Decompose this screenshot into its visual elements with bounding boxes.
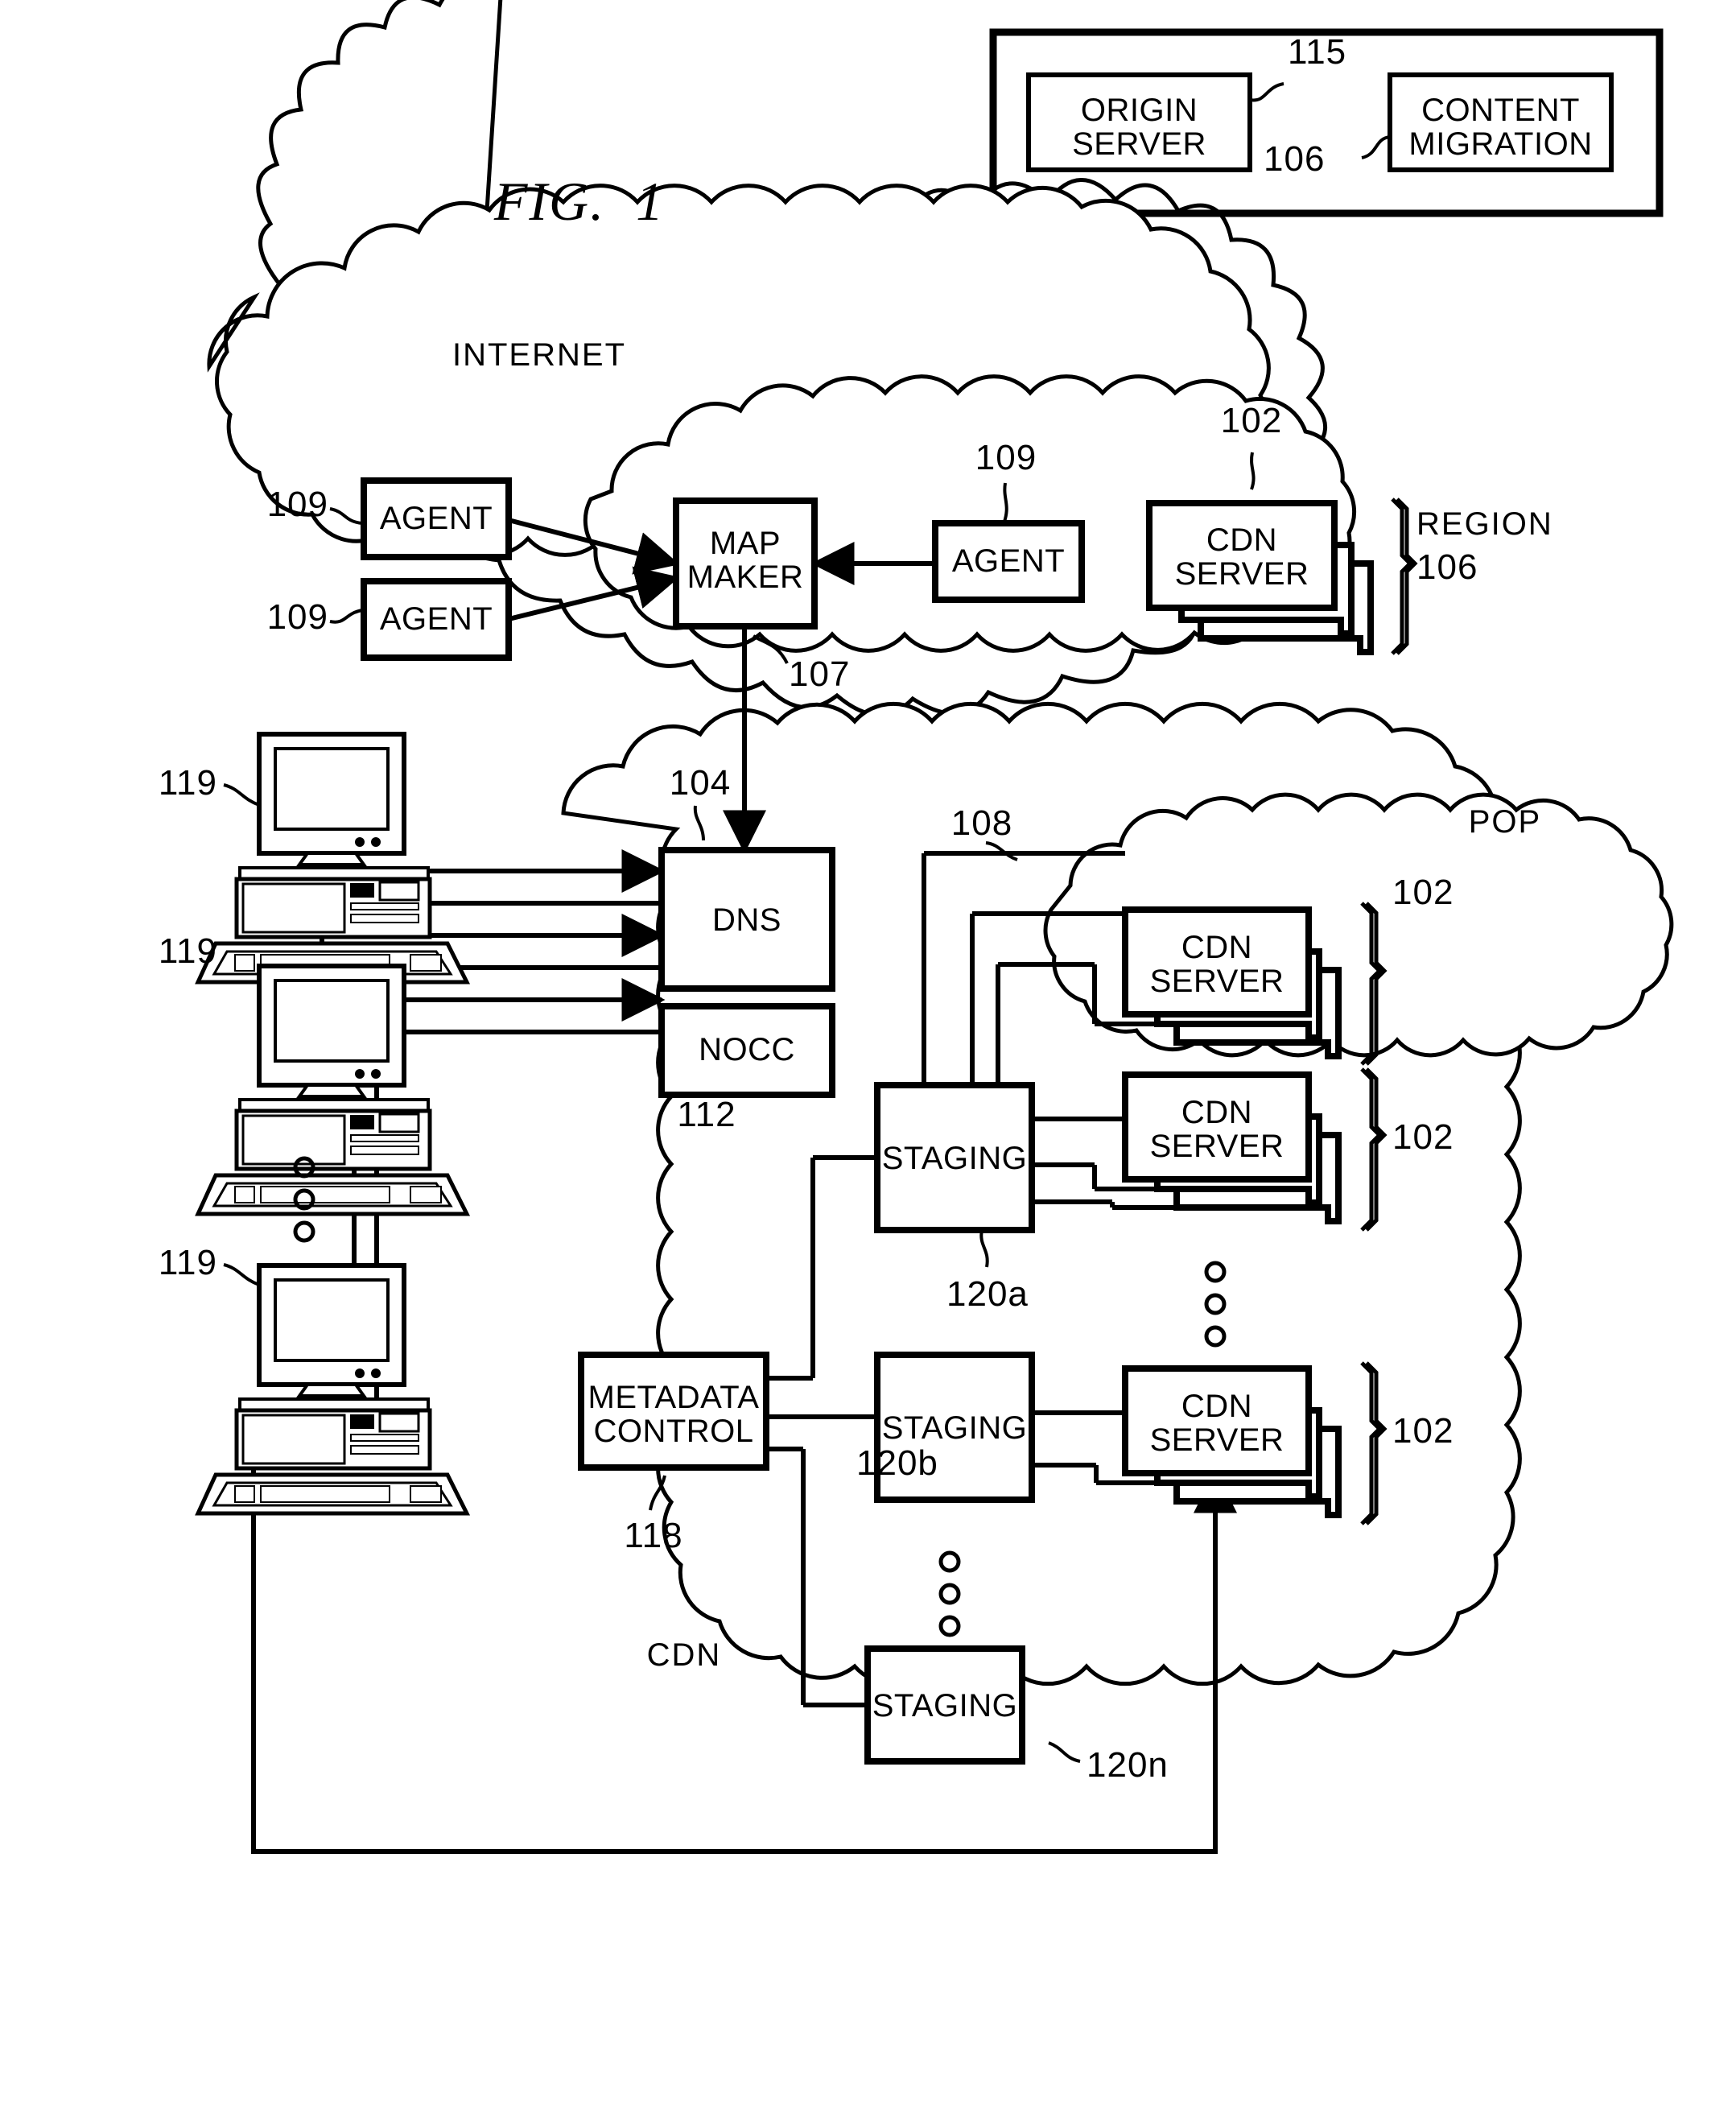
leader-109-b [329,609,363,624]
metadata-control-box [578,1352,769,1471]
nocc-box [658,1003,835,1098]
client-computer-2 [195,964,471,1216]
leader-109-c [1003,482,1008,522]
leader-120n [1048,1741,1081,1763]
leader-102-region [1250,452,1256,490]
staging-boxes [864,1082,1035,1765]
patent-figure-page: FIG. 1 ORIGIN SERVER 115 CONTENT MIGRATI… [0,0,1736,2126]
client-computer-1 [195,732,471,985]
top-panel-frame [989,28,1664,217]
client-computer-3 [195,1263,471,1516]
leader-119-a [223,783,260,807]
leader-119-c [223,1263,260,1286]
diagram-canvas [195,0,1674,1854]
region-brace [1391,497,1418,655]
map-maker-box [673,497,818,630]
dns-box [658,847,835,992]
